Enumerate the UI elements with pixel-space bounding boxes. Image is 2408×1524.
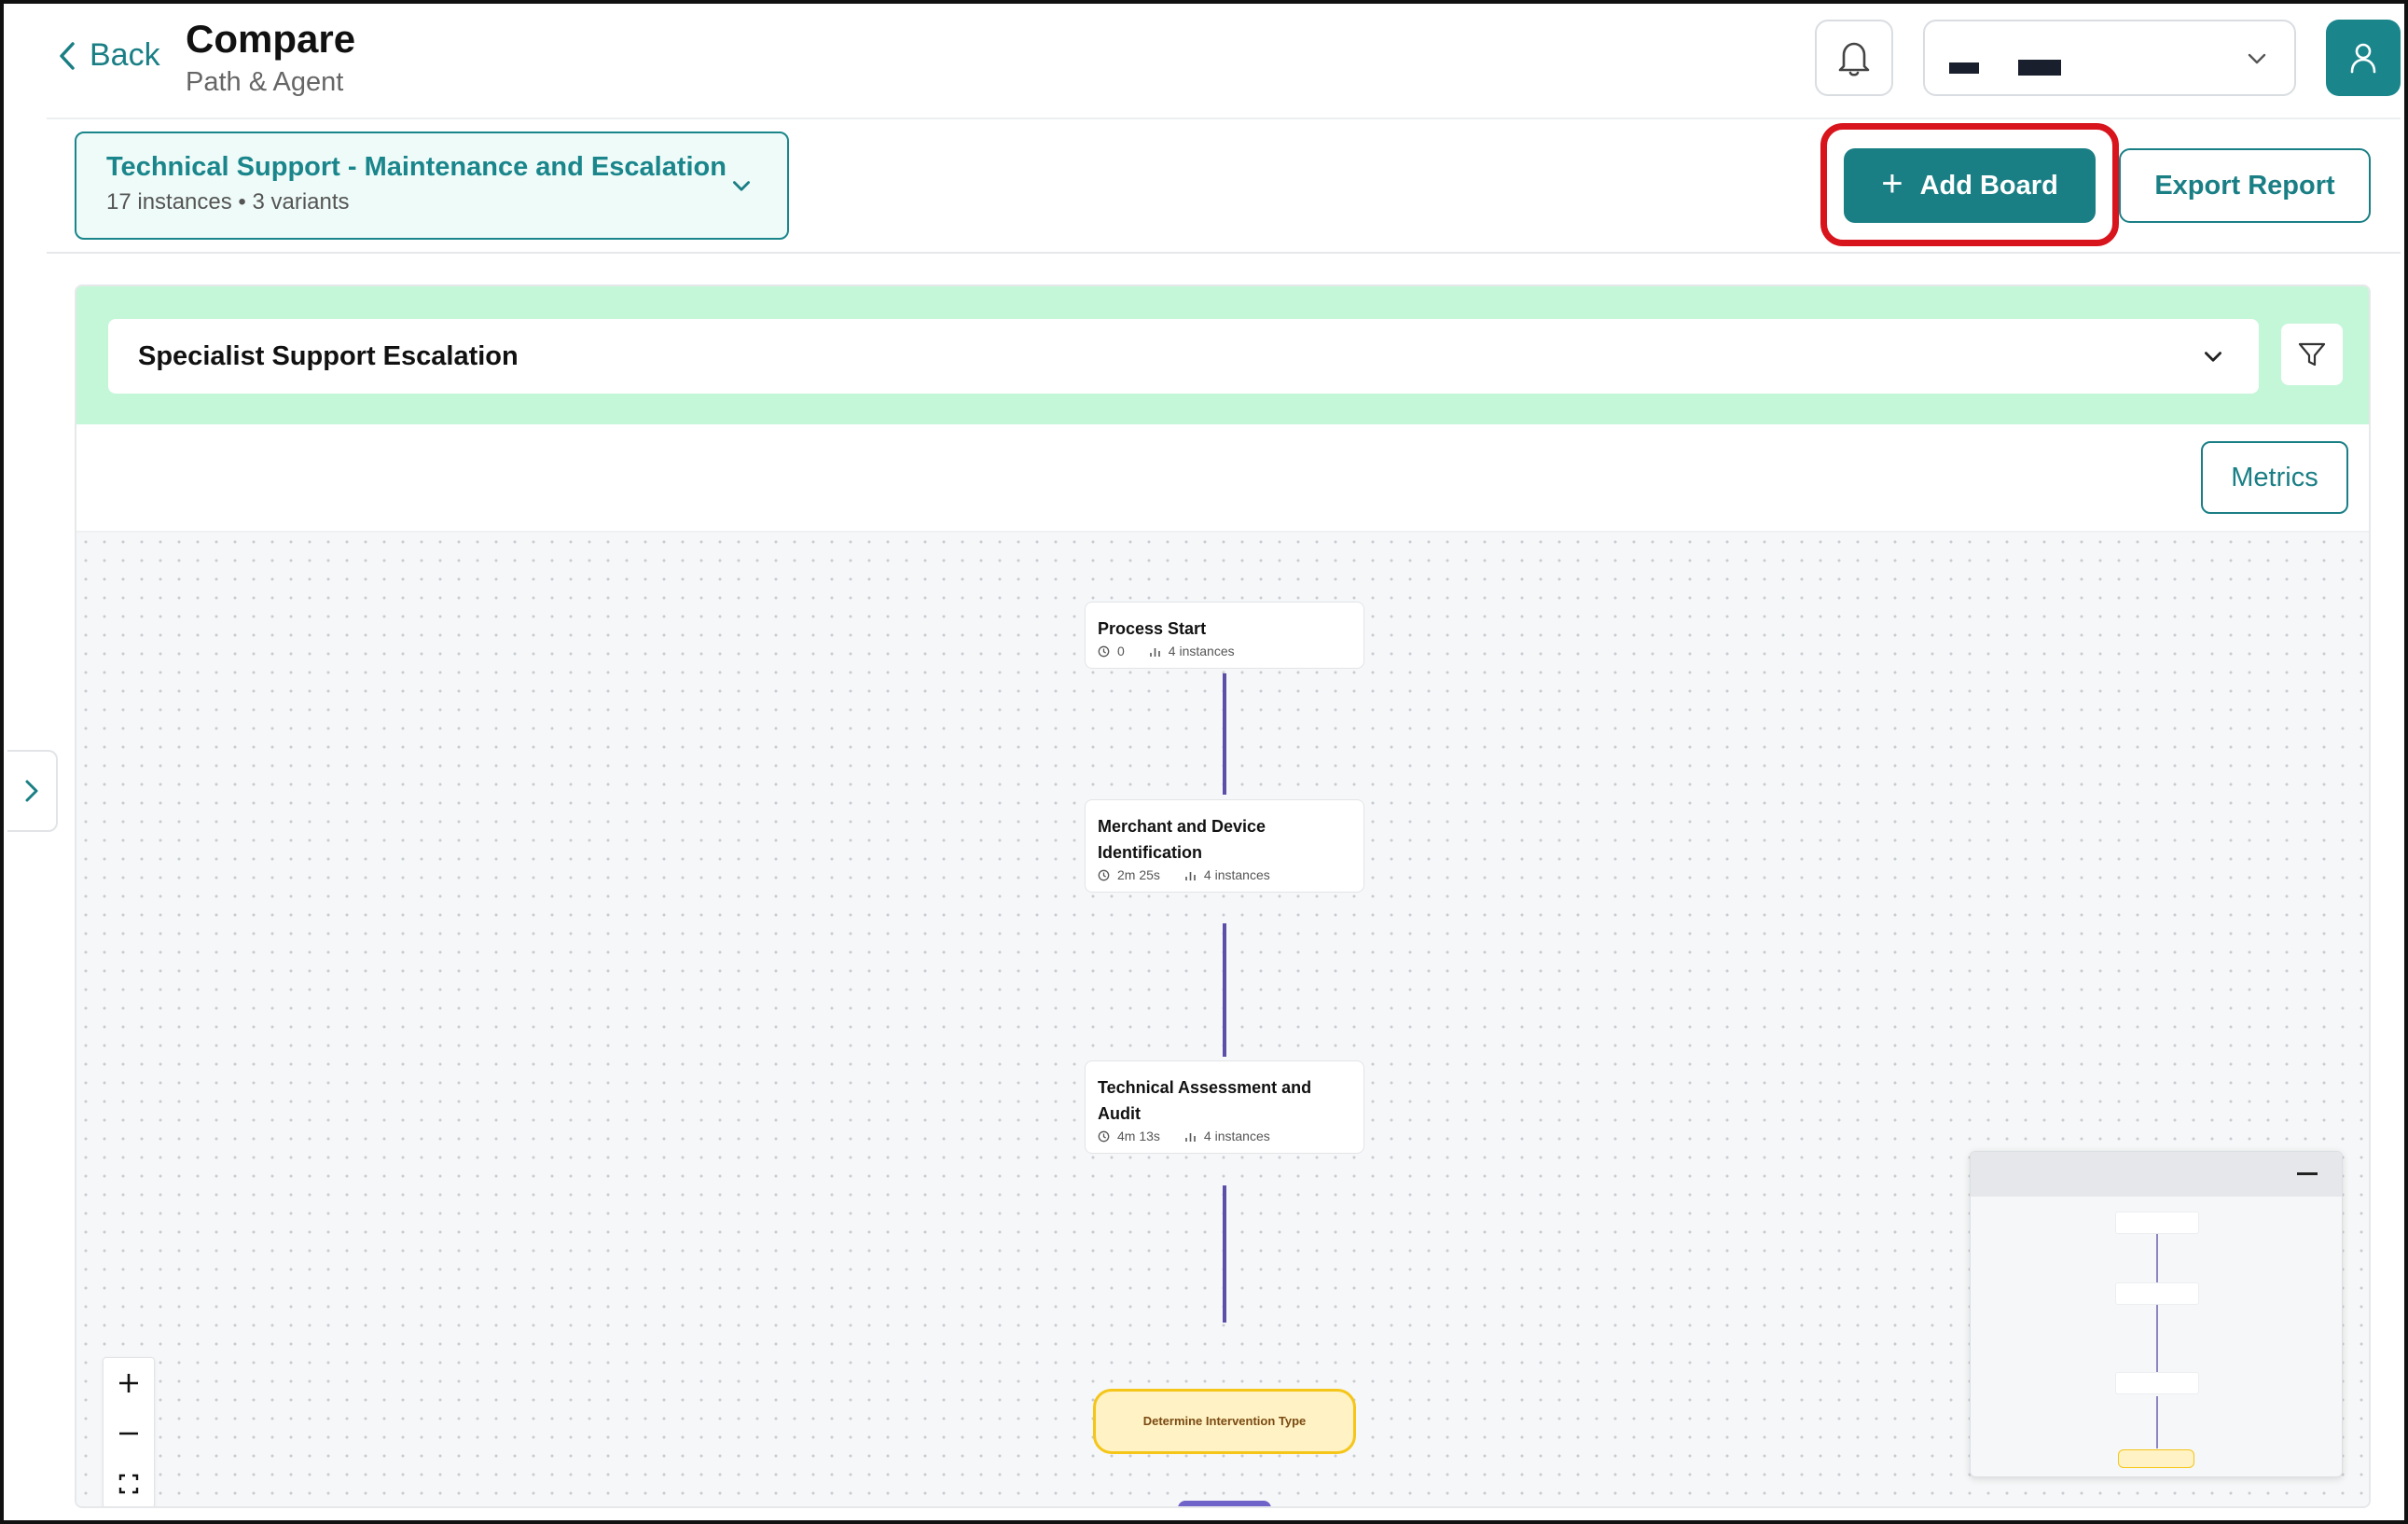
chevron-down-icon [2248,53,2266,64]
variant-name: Specialist Support Escalation [138,341,519,371]
bar-chart-icon [1185,871,1196,880]
zoom-out-button[interactable] [104,1408,154,1459]
flow-node-technical-assessment-audit[interactable]: Technical Assessment and Audit 4m 13s 4 … [1085,1060,1364,1154]
flow-edge [1223,923,1226,1057]
node-instances: 4 instances [1203,1129,1270,1143]
app-frame: Back Compare Path & Agent Technical Supp… [0,0,2408,1524]
flow-node-process-start[interactable]: Process Start 0 4 instances [1085,602,1364,669]
board-header: Specialist Support Escalation [76,286,2369,424]
section-divider [47,252,2401,254]
node-title: Merchant and Device Identification [1098,817,1266,862]
minimap-edge [2156,1396,2158,1448]
zoom-in-button[interactable] [104,1358,154,1408]
node-meta: 0 4 instances [1098,644,1350,658]
variant-select[interactable]: Specialist Support Escalation [108,319,2259,394]
flow-edge [1223,1185,1226,1323]
minimize-icon[interactable] [2297,1172,2318,1175]
minus-icon [119,1432,138,1435]
metrics-button[interactable]: Metrics [2201,441,2348,514]
node-duration: 4m 13s [1117,1129,1160,1143]
plus-icon [119,1374,138,1392]
zoom-controls [103,1357,155,1506]
flow-node-merchant-device-identification[interactable]: Merchant and Device Identification 2m 25… [1085,799,1364,893]
fit-view-icon [118,1474,139,1494]
back-label: Back [90,37,160,73]
account-select[interactable] [1923,20,2296,96]
minimap[interactable] [1970,1151,2343,1477]
node-title: Technical Assessment and Audit [1098,1078,1312,1123]
flow-edge [1223,673,1226,795]
node-instances: 4 instances [1203,867,1270,882]
chevron-left-icon [60,41,75,70]
process-name: Technical Support - Maintenance and Esca… [106,152,727,182]
highlight-annotation [1820,123,2119,246]
node-meta: 4m 13s 4 instances [1098,1129,1350,1143]
minimap-decision [2118,1449,2194,1468]
chevron-down-icon [2205,352,2221,362]
clock-icon [1098,645,1110,657]
filter-button[interactable] [2281,324,2343,385]
metrics-bar: Metrics [76,424,2369,533]
bar-chart-icon [1185,1132,1196,1142]
minimap-node [2115,1372,2199,1394]
notifications-button[interactable] [1815,20,1893,96]
node-duration: 2m 25s [1117,867,1160,882]
minimap-edge [2156,1301,2158,1374]
node-instances: 4 instances [1168,644,1235,658]
compare-board: Specialist Support Escalation Metrics Pr… [75,284,2371,1508]
redacted-text [2018,60,2061,76]
decision-node[interactable]: Determine Intervention Type [1093,1389,1356,1454]
chevron-right-icon [25,780,38,802]
process-meta: 17 instances • 3 variants [106,189,350,215]
minimap-node [2115,1212,2199,1234]
minimap-header [1971,1152,2342,1197]
minimap-node [2115,1282,2199,1305]
bar-chart-icon [1149,647,1160,657]
minimap-edge [2156,1234,2158,1282]
sidebar-toggle[interactable] [7,750,58,832]
filter-icon [2298,342,2326,367]
process-select[interactable]: Technical Support - Maintenance and Esca… [75,132,789,240]
page-subtitle: Path & Agent [186,67,344,97]
user-menu-button[interactable] [2326,20,2401,96]
export-report-button[interactable]: Export Report [2119,148,2371,223]
chevron-down-icon [733,181,750,191]
node-title: Process Start [1098,619,1207,638]
flow-node-partial[interactable] [1178,1501,1271,1506]
page-title: Compare [186,17,356,61]
clock-icon [1098,1130,1110,1142]
fit-view-button[interactable] [104,1459,154,1506]
back-button[interactable]: Back [56,37,160,74]
user-icon [2350,43,2376,74]
node-meta: 2m 25s 4 instances [1098,867,1350,882]
header-divider [47,118,2401,119]
bell-icon [1838,42,1870,76]
node-duration: 0 [1117,644,1125,658]
clock-icon [1098,869,1110,880]
redacted-text [1949,62,1979,74]
